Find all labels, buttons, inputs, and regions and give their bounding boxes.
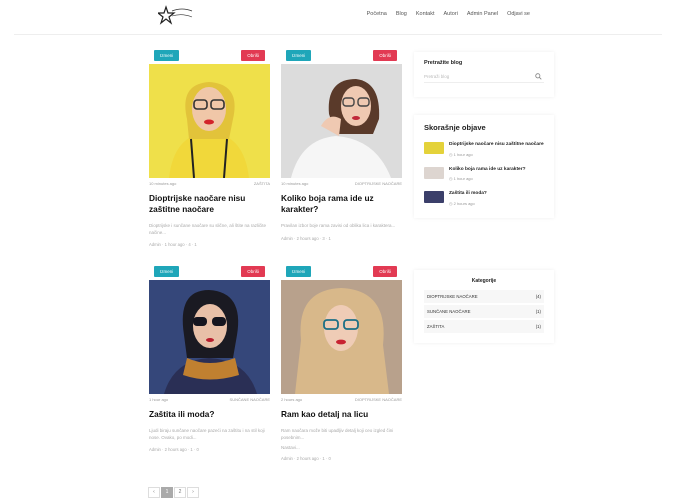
- post-category[interactable]: SUNČANE NAOČARE: [230, 397, 270, 402]
- edit-button[interactable]: Izmeni: [286, 266, 312, 277]
- nav-blog[interactable]: Blog: [396, 11, 407, 17]
- post-excerpt: Pravilan izbor boje rama zavisi od oblik…: [281, 223, 396, 228]
- delete-button[interactable]: Obriši: [373, 266, 397, 277]
- nav-contact[interactable]: Kontakt: [416, 11, 435, 17]
- search-widget-title: Pretražite blog: [424, 60, 463, 66]
- category-name[interactable]: DIOPTRIJSKE NAOČARE: [427, 294, 478, 299]
- post-title[interactable]: Koliko boja rama ide uz karakter?: [281, 193, 402, 215]
- recent-post-title[interactable]: Dioptrijske naočare nisu zaštitne naočar…: [449, 142, 544, 149]
- category-item[interactable]: DIOPTRIJSKE NAOČARE (4): [424, 290, 544, 303]
- post-date: 2 hours ago: [281, 397, 303, 402]
- recent-post-thumb[interactable]: [424, 191, 444, 203]
- recent-post-title[interactable]: Zaštita ili moda?: [449, 191, 487, 198]
- edit-button[interactable]: Izmeni: [286, 50, 312, 61]
- categories-widget: Kategorije DIOPTRIJSKE NAOČARE (4) SUNČA…: [414, 270, 554, 343]
- delete-button[interactable]: Obriši: [241, 266, 265, 277]
- category-count: (1): [535, 324, 541, 329]
- pagination-prev[interactable]: ‹: [148, 487, 160, 498]
- categories-title: Kategorije: [471, 278, 497, 284]
- main-nav: Početna Blog Kontakt Autori Admin Panel …: [367, 11, 530, 17]
- pagination-page-2[interactable]: 2: [174, 487, 186, 498]
- recent-post-date: 1 hour ago: [453, 176, 473, 181]
- nav-logout[interactable]: Odjavi se: [507, 11, 530, 17]
- recent-post-item[interactable]: Dioptrijske naočare nisu zaštitne naočar…: [424, 142, 544, 157]
- post-category[interactable]: DIOPTRIJSKE NAOČARE: [355, 397, 402, 402]
- recent-post-date: 1 hour ago: [453, 151, 473, 157]
- read-more-link[interactable]: Nastavi...: [281, 445, 402, 450]
- post-excerpt: Ljudi biraju sunčane naočare pazeći na z…: [149, 428, 265, 440]
- pagination-next[interactable]: ›: [187, 487, 199, 498]
- recent-post-thumb[interactable]: [424, 166, 444, 179]
- nav-authors[interactable]: Autori: [444, 11, 458, 17]
- post-image[interactable]: [149, 64, 270, 178]
- post-date: 10 minutes ago: [149, 181, 177, 186]
- recent-posts-title: Skorašnje objave: [424, 123, 486, 132]
- post-card: Izmeni Obriši 10 minutes ago DIOPTRIJSKE…: [281, 50, 402, 241]
- header-divider: [14, 34, 662, 35]
- category-count: (1): [535, 309, 541, 314]
- edit-button[interactable]: Izmeni: [154, 266, 180, 277]
- pagination-page-1[interactable]: 1: [161, 487, 173, 498]
- post-excerpt: Dioptrijske i sunčane naočare su slične,…: [149, 223, 267, 235]
- post-date: 1 hour ago: [149, 397, 169, 402]
- category-name[interactable]: SUNČANE NAOČARE: [427, 309, 470, 314]
- post-stats: Admin · 2 hours ago · 1 · 0: [281, 456, 331, 461]
- search-input[interactable]: Pretraži blog: [424, 72, 544, 83]
- post-title[interactable]: Dioptrijske naočare nisu zaštitne naočar…: [149, 193, 270, 215]
- post-date: 10 minutes ago: [281, 181, 309, 186]
- recent-post-item[interactable]: Zaštita ili moda? ◷ 2 hours ago: [424, 191, 544, 206]
- site-header: Početna Blog Kontakt Autori Admin Panel …: [0, 0, 676, 34]
- post-stats: Admin · 2 hours ago · 1 · 0: [149, 447, 199, 452]
- post-category[interactable]: DIOPTRIJSKE NAOČARE: [355, 181, 402, 186]
- post-stats: Admin · 1 hour ago · 4 · 1: [149, 242, 197, 247]
- nav-home[interactable]: Početna: [367, 11, 387, 17]
- clock-icon: ◷: [449, 200, 453, 206]
- post-card: Izmeni Obriši 2 hours ago DIOPTRIJSKE NA…: [281, 266, 402, 461]
- search-icon[interactable]: [535, 73, 542, 84]
- pagination: ‹ 1 2 ›: [148, 487, 199, 498]
- recent-post-thumb[interactable]: [424, 142, 444, 154]
- post-card: Izmeni Obriši 10 minutes ago ZAŠTITA Dio…: [149, 50, 270, 247]
- recent-post-title[interactable]: Koliko boja rama ide uz karakter?: [449, 167, 526, 174]
- post-title[interactable]: Ram kao detalj na licu: [281, 409, 402, 420]
- post-title[interactable]: Zaštita ili moda?: [149, 409, 270, 420]
- delete-button[interactable]: Obriši: [373, 50, 397, 61]
- post-image[interactable]: [281, 280, 402, 394]
- site-logo[interactable]: [158, 5, 194, 27]
- post-image[interactable]: [281, 64, 402, 178]
- clock-icon: ◷: [449, 176, 453, 181]
- delete-button[interactable]: Obriši: [241, 50, 265, 61]
- post-stats: Admin · 2 hours ago · 3 · 1: [281, 235, 331, 241]
- category-item[interactable]: ZAŠTITA (1): [424, 320, 544, 333]
- post-excerpt: Ram naočara može biti upadljiv detalj ko…: [281, 428, 394, 440]
- recent-post-item[interactable]: Koliko boja rama ide uz karakter? ◷ 1 ho…: [424, 166, 544, 181]
- category-count: (4): [535, 294, 541, 299]
- clock-icon: ◷: [449, 151, 453, 157]
- nav-admin-panel[interactable]: Admin Panel: [467, 11, 498, 17]
- edit-button[interactable]: Izmeni: [154, 50, 180, 61]
- post-card: Izmeni Obriši 1 hour ago SUNČANE NAOČARE…: [149, 266, 270, 452]
- recent-posts-widget: Skorašnje objave Dioptrijske naočare nis…: [414, 115, 554, 218]
- post-category[interactable]: ZAŠTITA: [254, 181, 270, 186]
- search-widget: Pretražite blog Pretraži blog: [414, 52, 554, 97]
- post-image[interactable]: [149, 280, 270, 394]
- category-item[interactable]: SUNČANE NAOČARE (1): [424, 305, 544, 318]
- category-name[interactable]: ZAŠTITA: [427, 324, 444, 329]
- recent-post-date: 2 hours ago: [453, 200, 475, 206]
